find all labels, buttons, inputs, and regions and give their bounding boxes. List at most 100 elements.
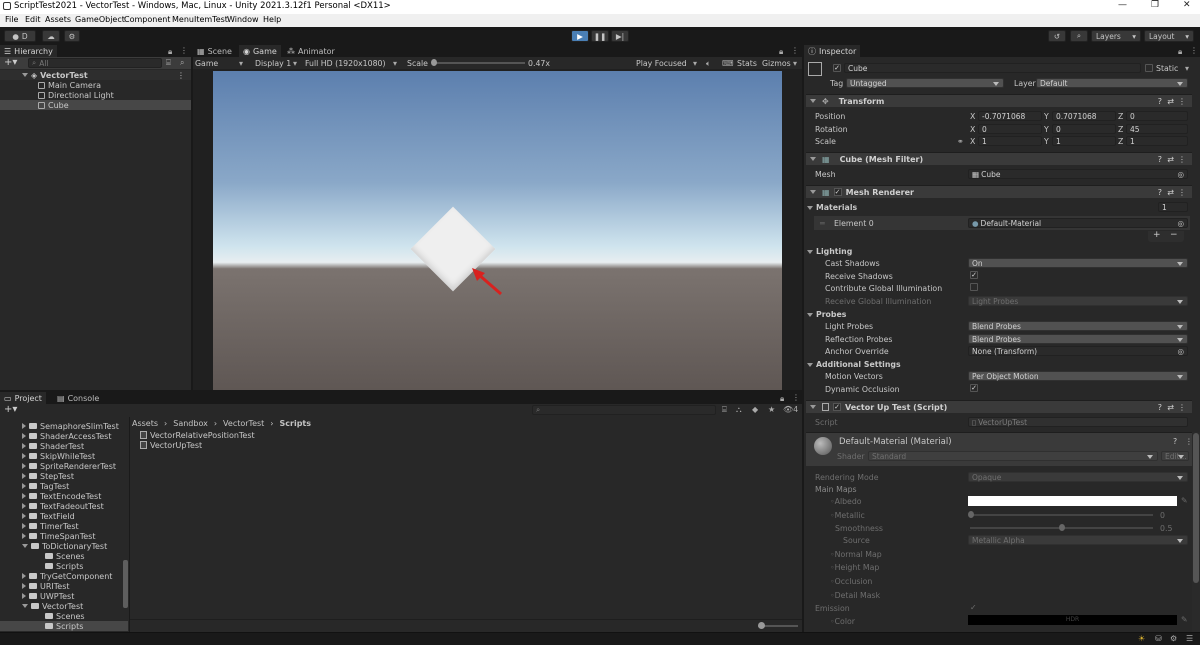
tree-item[interactable]: SemaphoreSlimTest xyxy=(0,421,128,431)
more-icon[interactable]: ⋮ xyxy=(1178,188,1186,197)
help-icon[interactable]: ? xyxy=(1158,188,1162,197)
preset-icon[interactable]: ⇄ xyxy=(1167,403,1174,412)
more-icon[interactable]: ⋮ xyxy=(792,393,800,402)
scale-y-field[interactable]: 1 xyxy=(1052,136,1116,146)
search-options-icon[interactable]: ⌕ xyxy=(180,58,184,68)
link-icon[interactable]: ⚭ xyxy=(957,137,964,146)
enabled-checkbox[interactable]: ✓ xyxy=(833,403,841,411)
tree-item[interactable]: TryGetComponent xyxy=(0,571,128,581)
element0-field[interactable]: ● Default-Material ◎ xyxy=(968,218,1188,228)
game-mode-dropdown[interactable]: Game xyxy=(195,59,218,68)
scale-x-field[interactable]: 1 xyxy=(978,136,1042,146)
preset-icon[interactable]: ⇄ xyxy=(1167,97,1174,106)
resolution-dropdown[interactable]: Full HD (1920x1080) xyxy=(305,59,386,68)
script-component-header[interactable]: ✓ Vector Up Test (Script) ? ⇄ ⋮ xyxy=(806,400,1192,413)
progress-icon[interactable]: ☰ xyxy=(1186,634,1193,643)
expand-arrow-icon[interactable] xyxy=(810,405,816,409)
transform-header[interactable]: ✥ Transform ? ⇄ ⋮ xyxy=(806,94,1192,107)
tab-hierarchy[interactable]: ☰ Hierarchy xyxy=(0,45,57,57)
tree-item[interactable]: TimeSpanTest xyxy=(0,531,128,541)
tree-item[interactable]: TimerTest xyxy=(0,521,128,531)
chevron-right-icon[interactable] xyxy=(22,583,26,589)
layers-dropdown[interactable]: Layers ▾ xyxy=(1091,30,1141,42)
search-by-type-icon[interactable]: ⌸ xyxy=(722,405,727,415)
chevron-right-icon[interactable] xyxy=(22,533,26,539)
play-focused-dropdown[interactable]: Play Focused xyxy=(636,59,687,68)
chevron-down-icon[interactable]: ▾ xyxy=(393,59,397,68)
breadcrumb-item[interactable]: Assets xyxy=(132,419,158,428)
display-dropdown[interactable]: Display 1 xyxy=(255,59,291,68)
menu-edit[interactable]: Edit xyxy=(25,15,41,24)
anchor-override-field[interactable]: None (Transform) ◎ xyxy=(968,346,1188,356)
hierarchy-item-selected[interactable]: Cube xyxy=(0,100,191,110)
chevron-right-icon[interactable] xyxy=(22,453,26,459)
tree-item[interactable]: Scenes xyxy=(0,551,128,561)
stats-button[interactable]: Stats xyxy=(737,59,757,68)
chevron-right-icon[interactable] xyxy=(22,513,26,519)
hierarchy-item[interactable]: Directional Light xyxy=(0,90,191,100)
light-probes-dropdown[interactable]: Blend Probes xyxy=(968,321,1188,331)
help-icon[interactable]: ? xyxy=(1158,97,1162,106)
rotation-y-field[interactable]: 0 xyxy=(1052,124,1116,134)
reflection-probes-dropdown[interactable]: Blend Probes xyxy=(968,334,1188,344)
menu-help[interactable]: Help xyxy=(263,15,281,24)
motion-vectors-dropdown[interactable]: Per Object Motion xyxy=(968,371,1188,381)
filter-icon[interactable]: ⌸ xyxy=(166,58,171,68)
more-icon[interactable]: ⋮ xyxy=(177,71,185,80)
tree-item[interactable]: ShaderTest xyxy=(0,441,128,451)
dynamic-occlusion-checkbox[interactable]: ✓ xyxy=(970,384,978,392)
scale-z-field[interactable]: 1 xyxy=(1126,136,1188,146)
hidden-packages-icon[interactable]: 👁︎4 xyxy=(783,405,798,414)
expand-arrow-icon[interactable] xyxy=(810,157,816,161)
expand-arrow-icon[interactable] xyxy=(810,190,816,194)
more-icon[interactable]: ⋮ xyxy=(791,46,799,55)
layout-dropdown[interactable]: Layout ▾ xyxy=(1144,30,1194,42)
tree-item[interactable]: TagTest xyxy=(0,481,128,491)
more-icon[interactable]: ⋮ xyxy=(180,46,188,55)
audio-mute-icon[interactable]: 🔈︎ xyxy=(706,59,711,69)
menu-component[interactable]: Component xyxy=(124,15,170,24)
preset-icon[interactable]: ⇄ xyxy=(1167,188,1174,197)
breadcrumb-item[interactable]: Sandbox xyxy=(173,419,208,428)
menu-menuitemtest[interactable]: MenuItemTest xyxy=(172,15,228,24)
contribute-gi-checkbox[interactable] xyxy=(970,283,978,291)
tree-item[interactable]: Scripts xyxy=(0,621,128,631)
lighting-foldout[interactable]: Lighting xyxy=(807,247,852,256)
remove-element-button[interactable]: − xyxy=(1170,230,1178,240)
maximize-button[interactable]: ❐ xyxy=(1151,0,1159,10)
tree-item[interactable]: TextField xyxy=(0,511,128,521)
chevron-right-icon[interactable] xyxy=(22,593,26,599)
chevron-down-icon[interactable] xyxy=(22,544,28,548)
active-checkbox[interactable]: ✓ xyxy=(833,64,841,72)
lock-icon[interactable]: 🔒︎ xyxy=(1178,47,1182,57)
preset-icon[interactable]: ⇄ xyxy=(1167,155,1174,164)
add-icon[interactable]: +▾ xyxy=(4,57,17,68)
tree-item[interactable]: ToDictionaryTest xyxy=(0,541,128,551)
collab-icon[interactable]: ⚙ xyxy=(64,30,80,42)
help-icon[interactable]: ? xyxy=(1173,437,1177,446)
tag-dropdown[interactable]: Untagged xyxy=(846,78,1004,88)
chevron-right-icon[interactable] xyxy=(22,483,26,489)
game-viewport[interactable] xyxy=(213,71,782,390)
position-x-field[interactable]: -0.7071068 xyxy=(978,111,1042,121)
lock-icon[interactable]: 🔒︎ xyxy=(780,394,784,404)
materials-count-field[interactable]: 1 xyxy=(1158,202,1188,212)
inspector-scrollbar-thumb[interactable] xyxy=(1193,433,1199,583)
project-search-input[interactable]: ⌕ xyxy=(532,405,716,415)
chevron-right-icon[interactable] xyxy=(22,493,26,499)
minimize-button[interactable]: — xyxy=(1118,0,1127,10)
tab-scene[interactable]: ▦ Scene xyxy=(193,45,236,57)
chevron-down-icon[interactable]: ▾ xyxy=(293,59,297,68)
tree-item[interactable]: SkipWhileTest xyxy=(0,451,128,461)
tree-item[interactable]: ShaderAccessTest xyxy=(0,431,128,441)
chevron-right-icon[interactable] xyxy=(22,473,26,479)
chevron-down-icon[interactable]: ▾ xyxy=(693,59,697,68)
account-dropdown[interactable]: ● D xyxy=(4,30,36,42)
play-button[interactable]: ▶ xyxy=(571,30,589,42)
bug-icon[interactable]: ⚙ xyxy=(1170,634,1177,643)
hierarchy-item[interactable]: Main Camera xyxy=(0,80,191,90)
tree-item[interactable]: Scenes xyxy=(0,611,128,621)
add-icon[interactable]: +▾ xyxy=(4,404,17,415)
search-icon[interactable]: ⌕ xyxy=(1070,30,1088,42)
scale-slider-track[interactable] xyxy=(433,62,525,64)
